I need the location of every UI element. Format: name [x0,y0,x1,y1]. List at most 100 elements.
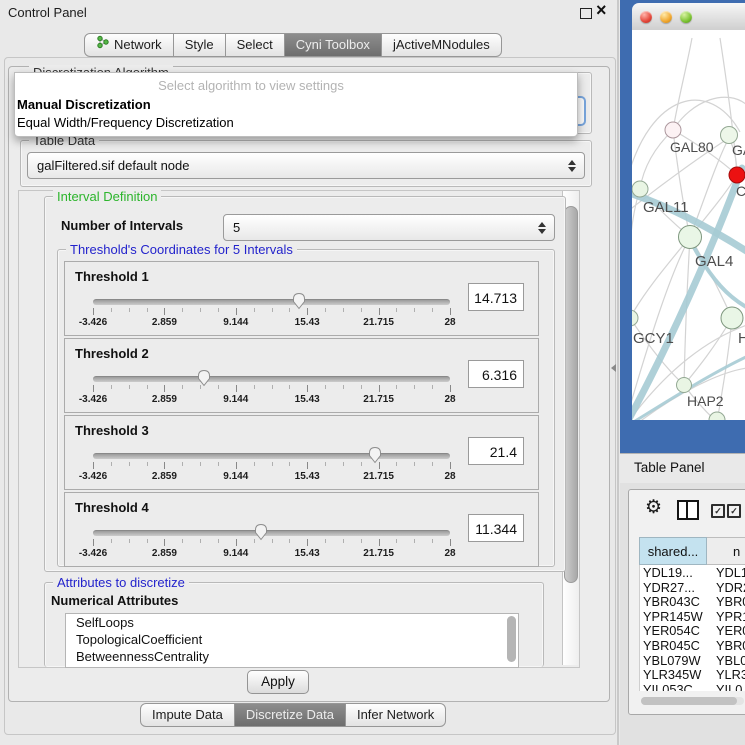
network-graph[interactable]: GAL80GACGAL11GAL4GCY1HHAP2 [632,30,745,420]
slider-tick [450,539,451,546]
network-edge[interactable] [632,189,640,318]
node-selected-red[interactable] [729,167,745,183]
column-header-shared-name[interactable]: shared... [639,537,707,565]
slider-tick [325,385,326,389]
threshold-value-field[interactable]: 6.316 [468,360,524,388]
threshold-value-field[interactable]: 11.344 [468,514,524,542]
tab-label: jActiveMNodules [393,34,490,56]
algorithm-hint-text: Select algorithm to view settings [15,78,487,93]
float-window-icon[interactable] [580,8,592,19]
numerical-attributes-list[interactable]: SelfLoopsTopologicalCoefficientBetweenne… [65,613,519,668]
horizontal-scrollbar[interactable] [641,697,744,705]
bottom-tab-bar: Impute DataDiscretize DataInfer Network [140,703,446,727]
cell-shared-name: YLR345W [640,667,711,682]
table-panel-header: Table Panel [620,453,745,484]
tab-infer-network[interactable]: Infer Network [345,703,446,727]
node-gal4[interactable] [679,226,702,249]
table-row[interactable]: YLR345WYLR3 [640,667,745,682]
tab-jactivemnodules[interactable]: jActiveMNodules [381,33,502,57]
split-columns-icon[interactable] [677,500,699,520]
slider-tick-label: 21.715 [363,317,394,328]
network-icon [96,34,109,56]
node-top-right[interactable] [721,127,738,144]
popup-item-equal-width-frequency[interactable]: Equal Width/Frequency Discretization [17,115,234,130]
tab-cyni-toolbox[interactable]: Cyni Toolbox [284,33,382,57]
node-hap2[interactable] [677,378,692,393]
tab-discretize-data[interactable]: Discretize Data [234,703,346,727]
slider-track[interactable] [93,453,450,459]
table-data-combobox-value: galFiltered.sif default node [37,153,189,178]
attribute-list-item[interactable]: SelfLoops [66,614,518,631]
minimize-traffic-light-icon[interactable] [660,11,672,23]
table-row[interactable]: YDL19...YDL1 [640,565,745,580]
slider-tick-label: 2.859 [152,471,177,482]
panel-divider[interactable] [617,0,619,745]
slider-tick [343,539,344,543]
close-traffic-light-icon[interactable] [640,11,652,23]
slider-tick [164,385,165,392]
slider-tick [236,539,237,546]
node-bottom-partial[interactable] [709,412,725,420]
threshold-value-field[interactable]: 21.4 [468,437,524,465]
number-of-intervals-combobox[interactable]: 5 [223,214,555,241]
slider-tick [182,462,183,466]
threshold-slider-4[interactable]: -3.4262.8599.14415.4321.71528 [93,521,450,563]
slider-track[interactable] [93,376,450,382]
slider-track[interactable] [93,299,450,305]
attribute-list-item[interactable]: BetweennessCentrality [66,648,518,665]
table-row[interactable]: YBR045CYBR0 [640,638,745,653]
network-window-titlebar[interactable] [632,3,745,31]
threshold-slider-1[interactable]: -3.4262.8599.14415.4321.71528 [93,290,450,332]
tab-network[interactable]: Network [84,33,174,57]
apply-button[interactable]: Apply [247,670,309,694]
threshold-slider-3[interactable]: -3.4262.8599.14415.4321.71528 [93,444,450,486]
tab-select[interactable]: Select [225,33,285,57]
table-row[interactable]: YIL053CYIL0 [640,682,745,691]
slider-track[interactable] [93,530,450,536]
column-header-name[interactable]: n [707,537,745,565]
vertical-scrollbar-thumb[interactable] [564,206,578,583]
table-row[interactable]: YPR145WYPR1 [640,609,745,624]
horizontal-scrollbar-thumb[interactable] [641,697,737,705]
table-row[interactable]: YBR043CYBR0 [640,594,745,609]
table-row[interactable]: YDR27...YDR2 [640,580,745,595]
threshold-slider-2[interactable]: -3.4262.8599.14415.4321.71528 [93,367,450,409]
slider-tick [361,385,362,389]
tab-style[interactable]: Style [173,33,226,57]
settings-gear-icon[interactable]: ⚙ [645,498,662,518]
cell-shared-name: YDL19... [640,565,711,580]
checkbox-icon[interactable]: ✓ [711,504,725,518]
network-canvas[interactable]: GAL80GACGAL11GAL4GCY1HHAP2 [632,30,745,420]
close-icon[interactable]: × [596,0,607,21]
cell-name: YDL1 [711,565,745,580]
table-row[interactable]: YER054CYER0 [640,623,745,638]
slider-tick [379,308,380,315]
slider-thumb[interactable] [196,369,212,387]
slider-tick [236,308,237,315]
network-edge[interactable] [673,38,692,130]
popup-item-manual-discretization[interactable]: Manual Discretization [17,97,151,112]
attributes-list-scrollbar-thumb[interactable] [507,616,516,662]
slider-thumb[interactable] [253,523,269,541]
node-gcy1[interactable] [632,310,638,326]
checkbox-icon[interactable]: ✓ [727,504,741,518]
slider-thumb[interactable] [367,446,383,464]
table-data-combobox[interactable]: galFiltered.sif default node [27,152,585,179]
node-right-mid[interactable] [721,307,743,329]
slider-tick [379,385,380,392]
cell-shared-name: YER054C [640,623,711,638]
slider-thumb[interactable] [291,292,307,310]
node-gal11[interactable] [632,181,648,197]
tab-impute-data[interactable]: Impute Data [140,703,235,727]
slider-tick-label: 28 [444,471,455,482]
slider-tick [164,539,165,546]
slider-tick [272,462,273,466]
table-row[interactable]: YBL079WYBL0 [640,653,745,668]
zoom-traffic-light-icon[interactable] [680,11,692,23]
threshold-value-field[interactable]: 14.713 [468,283,524,311]
attribute-list-item[interactable]: TopologicalCoefficient [66,631,518,648]
node-gal80[interactable] [665,122,681,138]
attributes-group: Attributes to discretize Numerical Attri… [44,582,544,667]
divider-grip-icon[interactable] [611,364,616,372]
slider-tick [414,539,415,543]
